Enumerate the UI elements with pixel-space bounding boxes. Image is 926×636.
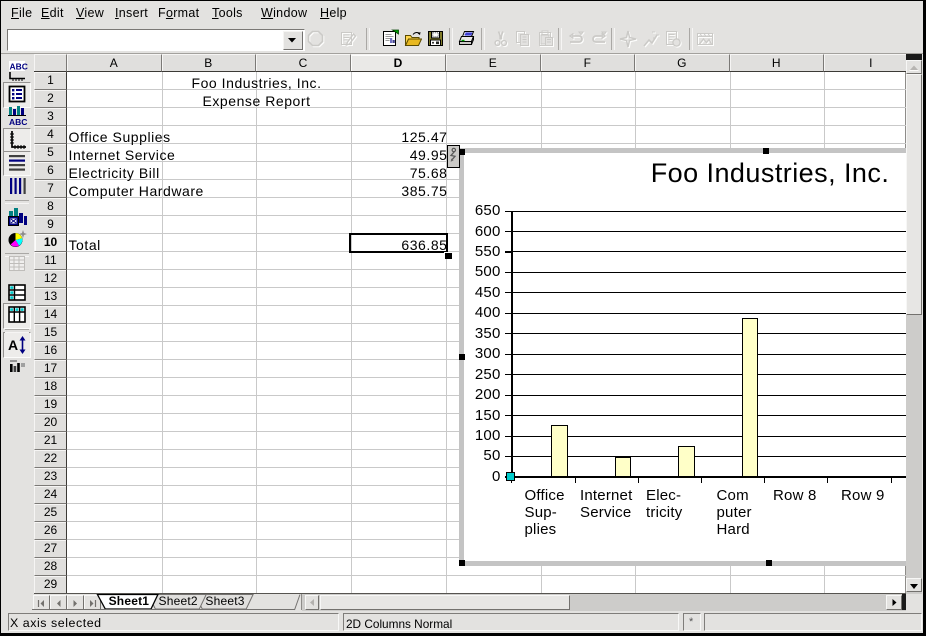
svg-text:Sheet3: Sheet3 [205, 594, 244, 608]
svg-text:ABC: ABC [10, 61, 28, 71]
svg-text:A: A [8, 337, 18, 353]
svg-text:Sheet1: Sheet1 [109, 594, 150, 608]
svg-text:Sheet2: Sheet2 [159, 594, 198, 608]
svg-text:ABC: ABC [9, 117, 27, 127]
